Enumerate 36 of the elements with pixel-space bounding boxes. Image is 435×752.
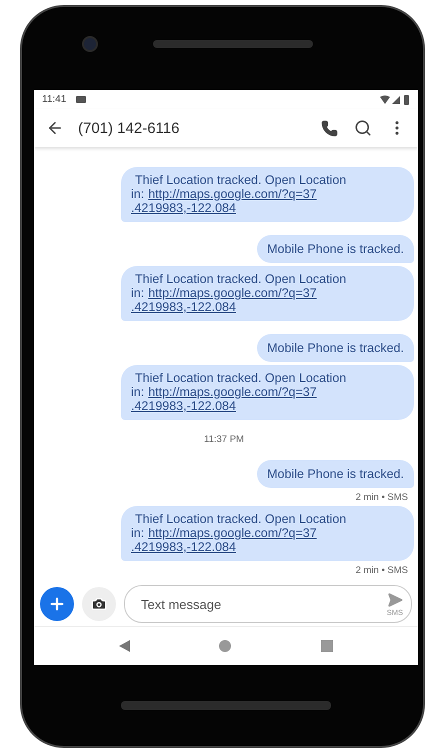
camera-icon bbox=[91, 596, 107, 612]
message-text: in: bbox=[131, 385, 144, 399]
send-icon bbox=[386, 592, 403, 608]
message-text: Thief Location tracked. Open Location bbox=[135, 272, 346, 286]
message-meta: 2 min • SMS bbox=[356, 565, 408, 576]
message-bubble: Mobile Phone is tracked. bbox=[257, 235, 414, 263]
add-button[interactable] bbox=[40, 587, 74, 621]
message-text: in: bbox=[131, 526, 144, 540]
camera-icon bbox=[82, 36, 98, 52]
timestamp: 11:37 PM bbox=[204, 434, 244, 445]
map-link[interactable]: .4219983,-122.084 bbox=[131, 540, 236, 554]
notification-icon bbox=[76, 96, 86, 103]
map-link[interactable]: http://maps.google.com/?q=37 bbox=[148, 526, 317, 540]
back-nav-icon[interactable] bbox=[118, 640, 130, 652]
message-meta: 2 min • SMS bbox=[356, 492, 408, 503]
message-text: in: bbox=[131, 187, 144, 201]
recents-nav-icon[interactable] bbox=[321, 640, 334, 652]
contact-title: (701) 142-6116 bbox=[78, 120, 180, 136]
status-icons bbox=[380, 94, 410, 104]
map-link[interactable]: .4219983,-122.084 bbox=[131, 201, 236, 215]
camera-button[interactable] bbox=[82, 587, 116, 621]
message-text: Thief Location tracked. Open Location bbox=[135, 371, 346, 385]
message-text: Thief Location tracked. Open Location bbox=[135, 512, 346, 526]
message-text: in: bbox=[131, 286, 144, 300]
plus-icon bbox=[48, 595, 66, 613]
phone-icon[interactable] bbox=[319, 118, 340, 138]
map-link[interactable]: .4219983,-122.084 bbox=[131, 300, 236, 314]
message-text: Thief Location tracked. Open Location bbox=[135, 173, 346, 187]
home-nav-icon[interactable] bbox=[219, 640, 232, 652]
message-bubble: Mobile Phone is tracked. bbox=[257, 460, 414, 488]
clock: 11:41 bbox=[42, 94, 66, 105]
map-link[interactable]: http://maps.google.com/?q=37 bbox=[148, 385, 317, 399]
map-link[interactable]: http://maps.google.com/?q=37 bbox=[148, 286, 317, 300]
message-bubble: Mobile Phone is tracked. bbox=[257, 334, 414, 362]
map-link[interactable]: .4219983,-122.084 bbox=[131, 399, 236, 413]
map-link[interactable]: http://maps.google.com/?q=37 bbox=[148, 187, 317, 201]
